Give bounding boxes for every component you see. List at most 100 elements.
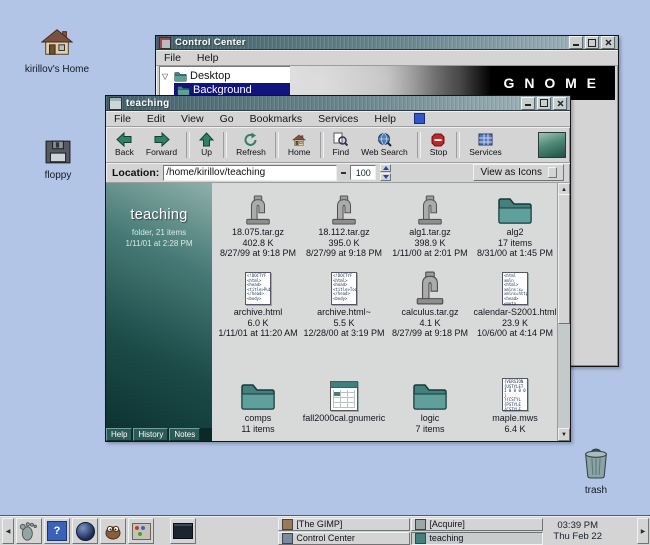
right-arrow-icon: ▶ — [641, 528, 646, 535]
file-icon-view[interactable]: 18.075.tar.gz 402.8 K 8/27/99 at 9:18 PM… — [212, 183, 570, 441]
zoom-handle — [341, 172, 346, 174]
task-acquire[interactable]: [Acquire] — [411, 518, 543, 531]
scroll-down-button[interactable]: ▼ — [558, 428, 570, 441]
toolbar-separator — [223, 132, 227, 158]
window-title: teaching — [126, 98, 170, 109]
tab-history[interactable]: History — [133, 428, 168, 441]
titlebar[interactable]: teaching — [106, 96, 570, 111]
file-date: 1/11/01 at 11:20 AM — [218, 328, 297, 339]
toolbar-separator — [456, 132, 460, 158]
desktop-icon-trash[interactable]: trash — [568, 448, 624, 496]
launcher-help[interactable]: ? — [44, 518, 70, 544]
launcher-gimp[interactable] — [100, 518, 126, 544]
task-control-center[interactable]: Control Center — [278, 532, 410, 545]
sidebar-folder-date: 1/11/01 at 2:28 PM — [106, 239, 212, 248]
desktop: kirillov's Home floppy trash Control Cen… — [0, 0, 650, 545]
minimize-button[interactable] — [569, 36, 583, 49]
file-size: 17 items — [498, 238, 532, 249]
launcher-terminal[interactable] — [170, 518, 196, 544]
task-teaching[interactable]: teaching — [411, 532, 543, 545]
down-arrow-icon — [383, 175, 389, 179]
menu-file[interactable]: File — [156, 51, 189, 65]
menu-help[interactable]: Help — [366, 112, 404, 126]
zoom-up-button[interactable] — [380, 164, 391, 172]
vertical-scrollbar[interactable]: ▲ ▼ — [557, 183, 570, 441]
forward-button[interactable]: Forward — [141, 130, 182, 160]
web-search-button[interactable]: Web Search — [356, 130, 413, 160]
stop-button[interactable]: Stop — [425, 130, 453, 160]
scrollbar-thumb[interactable] — [558, 194, 570, 324]
close-button[interactable] — [601, 36, 615, 49]
file-date: 8/27/99 at 9:18 PM — [306, 248, 382, 259]
file-item[interactable]: <!DOCTYF <html> <head> <title>Publ </hea… — [216, 269, 300, 339]
menu-bookmarks[interactable]: Bookmarks — [242, 112, 311, 126]
launcher-browser[interactable] — [72, 518, 98, 544]
file-name: 18.112.tar.gz — [318, 227, 369, 238]
tree-item-desktop[interactable]: ▽ Desktop — [162, 69, 292, 83]
file-item[interactable]: 18.112.tar.gz 395.0 K 8/27/99 at 9:18 PM — [302, 189, 386, 259]
sidebar-tabs: Help History Notes — [106, 428, 212, 441]
close-button[interactable] — [553, 97, 567, 110]
menu-services[interactable]: Services — [310, 112, 366, 126]
file-item[interactable]: fall2000cal.gnumeric — [302, 375, 386, 424]
back-button[interactable]: Back — [110, 130, 139, 160]
file-item[interactable]: logic 7 items — [388, 375, 472, 434]
menu-edit[interactable]: Edit — [139, 112, 173, 126]
file-item[interactable]: <html xmln <html> xmlns:x= xmlns=http <h… — [473, 269, 557, 339]
magnifier-icon — [333, 132, 348, 147]
file-item[interactable]: alg1.tar.gz 398.9 K 1/11/00 at 2:01 PM — [388, 189, 472, 259]
zoom-down-button[interactable] — [380, 173, 391, 181]
services-button[interactable]: Services — [464, 130, 507, 160]
expander-icon[interactable]: ▽ — [162, 72, 171, 81]
titlebar[interactable]: Control Center — [156, 36, 618, 50]
task-label: Control Center — [296, 533, 355, 543]
toolbar-separator — [320, 132, 324, 158]
menu-go[interactable]: Go — [212, 112, 242, 126]
refresh-button[interactable]: Refresh — [231, 130, 271, 160]
file-date: 8/31/00 at 1:45 PM — [477, 248, 553, 259]
menu-help[interactable]: Help — [189, 51, 227, 65]
task-label: [The GIMP] — [296, 519, 342, 529]
panel-hide-left-button[interactable]: ◀ — [2, 518, 14, 544]
toolbar-separator — [186, 132, 190, 158]
file-item[interactable]: {VERSION {USTYLET 1 0 0 0 0 } }{CSTYL {P… — [473, 375, 557, 434]
back-icon — [116, 132, 132, 147]
clock-applet[interactable]: 03:39 PM Thu Feb 22 — [553, 520, 602, 542]
file-name: fall2000cal.gnumeric — [303, 413, 386, 424]
maximize-button[interactable] — [537, 97, 551, 110]
launcher-paint[interactable] — [128, 518, 154, 544]
desktop-icon-floppy[interactable]: floppy — [30, 140, 86, 181]
up-button[interactable]: Up — [194, 130, 219, 160]
tab-notes[interactable]: Notes — [169, 428, 200, 441]
desktop-icon-label: trash — [568, 485, 624, 496]
maple-file-icon: {VERSION {USTYLET 1 0 0 0 0 } }{CSTYL {P… — [502, 375, 528, 411]
file-name: alg1.tar.gz — [409, 227, 451, 238]
home-button[interactable]: Home — [283, 130, 316, 160]
up-arrow-icon: ▲ — [561, 187, 567, 193]
html-file-icon: <!DOCTYF <html> <head> <title>Tool </hea… — [331, 269, 357, 305]
close-icon — [557, 100, 564, 107]
main-menu-button[interactable] — [16, 518, 42, 544]
task-the-gimp[interactable]: [The GIMP] — [278, 518, 410, 531]
targz-icon — [413, 269, 447, 305]
menu-view[interactable]: View — [173, 112, 212, 126]
find-button[interactable]: Find — [328, 130, 355, 160]
file-date: 12/28/00 at 3:19 PM — [303, 328, 384, 339]
maximize-button[interactable] — [585, 36, 599, 49]
file-item[interactable]: alg2 17 items 8/31/00 at 1:45 PM — [473, 189, 557, 259]
file-item[interactable]: 18.075.tar.gz 402.8 K 8/27/99 at 9:18 PM — [216, 189, 300, 259]
tab-help[interactable]: Help — [106, 428, 132, 441]
file-size: 395.0 K — [328, 238, 359, 249]
menu-file[interactable]: File — [106, 112, 139, 126]
zoom-value[interactable]: 100 — [350, 165, 376, 180]
panel-hide-right-button[interactable]: ▶ — [637, 518, 649, 544]
file-item[interactable]: comps 11 items — [216, 375, 300, 434]
gnome-banner-text: G N O M E — [504, 75, 599, 91]
minimize-button[interactable] — [521, 97, 535, 110]
view-mode-dropdown[interactable]: View as Icons — [473, 164, 564, 181]
file-item[interactable]: <!DOCTYF <html> <head> <title>Tool </hea… — [302, 269, 386, 339]
location-input[interactable] — [163, 165, 337, 181]
desktop-icon-home[interactable]: kirillov's Home — [22, 26, 92, 75]
file-item[interactable]: calculus.tar.gz 4.1 K 8/27/99 at 9:18 PM — [388, 269, 472, 339]
file-name: archive.html~ — [317, 307, 371, 318]
